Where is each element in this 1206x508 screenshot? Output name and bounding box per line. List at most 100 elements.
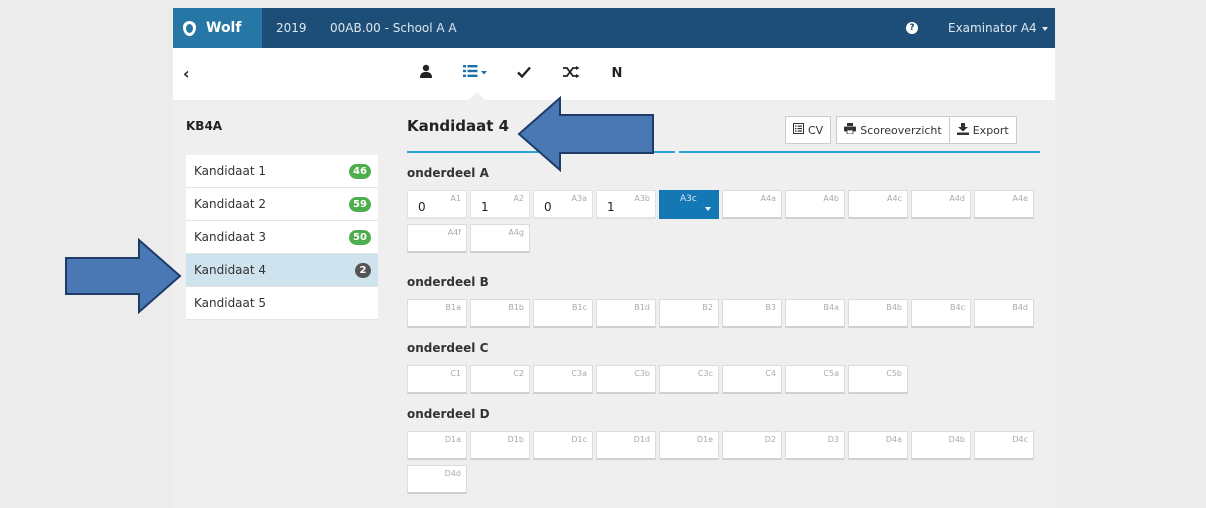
question-code: A4f (447, 228, 461, 237)
question-code: B1d (634, 303, 650, 312)
nav-bar: ‹ N (173, 48, 1055, 100)
question-code: C1 (450, 369, 461, 378)
score-value: 1 (607, 200, 615, 214)
score-cell-B1b[interactable]: B1b (470, 299, 530, 328)
student-item-4[interactable]: Kandidaat 4 2 (186, 254, 378, 287)
question-code: C2 (513, 369, 524, 378)
score-cell-A4f[interactable]: A4f (407, 224, 467, 253)
question-circle-icon[interactable]: ? (906, 22, 918, 34)
score-cell-B2[interactable]: B2 (659, 299, 719, 328)
score-cell-B1a[interactable]: B1a (407, 299, 467, 328)
score-cell-A3c[interactable]: A3c (659, 190, 719, 219)
score-cell-B1d[interactable]: B1d (596, 299, 656, 328)
caret-down-icon (705, 207, 711, 211)
chevron-left-icon[interactable]: ‹ (183, 64, 199, 83)
question-code: D1c (571, 435, 587, 444)
student-item-5[interactable]: Kandidaat 5 (186, 287, 378, 320)
score-cell-C3b[interactable]: C3b (596, 365, 656, 394)
score-cell-B4b[interactable]: B4b (848, 299, 908, 328)
student-list: Kandidaat 1 46 Kandidaat 2 59 Kandidaat 3 50 K… (186, 155, 378, 320)
brand[interactable]: Wolf (173, 8, 262, 48)
score-cell-D1c[interactable]: D1c (533, 431, 593, 460)
cv-button[interactable]: CV (785, 116, 832, 144)
section-label: onderdeel B (407, 275, 489, 289)
score-cell-D4a[interactable]: D4a (848, 431, 908, 460)
question-code: A3a (571, 194, 587, 203)
question-code: B4d (1012, 303, 1028, 312)
class-title: KB4A (186, 119, 223, 133)
score-cell-C5b[interactable]: C5b (848, 365, 908, 394)
score-cell-D1e[interactable]: D1e (659, 431, 719, 460)
score-cell-A4b[interactable]: A4b (785, 190, 845, 219)
score-cell-D4d[interactable]: D4d (407, 465, 467, 494)
question-code: D2 (764, 435, 776, 444)
question-code: B1b (508, 303, 524, 312)
export-button[interactable]: Export (948, 116, 1017, 144)
score-cell-A4a[interactable]: A4a (722, 190, 782, 219)
question-code: A4e (1012, 194, 1028, 203)
score-cell-B1c[interactable]: B1c (533, 299, 593, 328)
score-cell-A4d[interactable]: A4d (911, 190, 971, 219)
score-cell-D1b[interactable]: D1b (470, 431, 530, 460)
score-cell-A2[interactable]: A2 1 (470, 190, 530, 219)
score-cell-D1a[interactable]: D1a (407, 431, 467, 460)
score-cell-C4[interactable]: C4 (722, 365, 782, 394)
top-bar: Wolf 2019 00AB.00 - School A A ? Examina… (173, 8, 1055, 48)
score-grid: B1a B1b B1c B1d B2 B3 B4a B4b B4c B4d (407, 299, 1041, 333)
score-cell-C3c[interactable]: C3c (659, 365, 719, 394)
export-icon (956, 122, 969, 138)
question-code: B1a (445, 303, 461, 312)
question-code: A4a (760, 194, 776, 203)
question-code: A4d (949, 194, 965, 203)
score-overview-button[interactable]: Scoreoverzicht (836, 116, 949, 144)
person-icon[interactable] (419, 64, 433, 84)
score-cell-D4c[interactable]: D4c (974, 431, 1034, 460)
score-cell-D4b[interactable]: D4b (911, 431, 971, 460)
question-code: B2 (702, 303, 713, 312)
exam-year[interactable]: 2019 (276, 8, 307, 48)
arrow-left-annotation (517, 96, 654, 172)
question-code: D3 (827, 435, 839, 444)
score-cell-D3[interactable]: D3 (785, 431, 845, 460)
student-item-3[interactable]: Kandidaat 3 50 (186, 221, 378, 254)
student-item-2[interactable]: Kandidaat 2 59 (186, 188, 378, 221)
score-cell-A4g[interactable]: A4g (470, 224, 530, 253)
user-name: Examinator A4 (948, 21, 1037, 35)
score-cell-C2[interactable]: C2 (470, 365, 530, 394)
score-badge: 59 (349, 197, 371, 212)
question-code: A1 (450, 194, 461, 203)
student-name: Kandidaat 2 (194, 197, 267, 211)
score-cell-A3b[interactable]: A3b 1 (596, 190, 656, 219)
section-label: onderdeel A (407, 166, 489, 180)
score-cell-B4a[interactable]: B4a (785, 299, 845, 328)
score-cell-B4d[interactable]: B4d (974, 299, 1034, 328)
shuffle-icon[interactable] (561, 64, 581, 84)
active-tab-pointer (469, 92, 485, 100)
question-code: D4d (444, 469, 461, 478)
score-cell-A4c[interactable]: A4c (848, 190, 908, 219)
question-code: A4c (887, 194, 902, 203)
cv-button-label: CV (808, 123, 824, 137)
question-code: C5a (823, 369, 839, 378)
score-cell-C1[interactable]: C1 (407, 365, 467, 394)
n-icon[interactable]: N (610, 64, 624, 84)
student-item-1[interactable]: Kandidaat 1 46 (186, 155, 378, 188)
score-cell-C3a[interactable]: C3a (533, 365, 593, 394)
score-cell-B4c[interactable]: B4c (911, 299, 971, 328)
score-cell-D2[interactable]: D2 (722, 431, 782, 460)
section-label: onderdeel D (407, 407, 490, 421)
user-menu[interactable]: Examinator A4 (948, 8, 1048, 48)
score-cell-B3[interactable]: B3 (722, 299, 782, 328)
check-icon[interactable] (517, 64, 531, 84)
score-cell-D1d[interactable]: D1d (596, 431, 656, 460)
list-icon[interactable] (463, 64, 489, 84)
question-code: D1b (507, 435, 524, 444)
app-window: Wolf 2019 00AB.00 - School A A ? Examina… (173, 8, 1055, 508)
score-cell-A3a[interactable]: A3a 0 (533, 190, 593, 219)
score-cell-C5a[interactable]: C5a (785, 365, 845, 394)
action-toolbar: CV Scoreoverzicht Export (785, 116, 1017, 144)
score-cell-A4e[interactable]: A4e (974, 190, 1034, 219)
question-code: A3c (680, 194, 697, 204)
school-name[interactable]: 00AB.00 - School A A (330, 8, 457, 48)
score-cell-A1[interactable]: A1 0 (407, 190, 467, 219)
